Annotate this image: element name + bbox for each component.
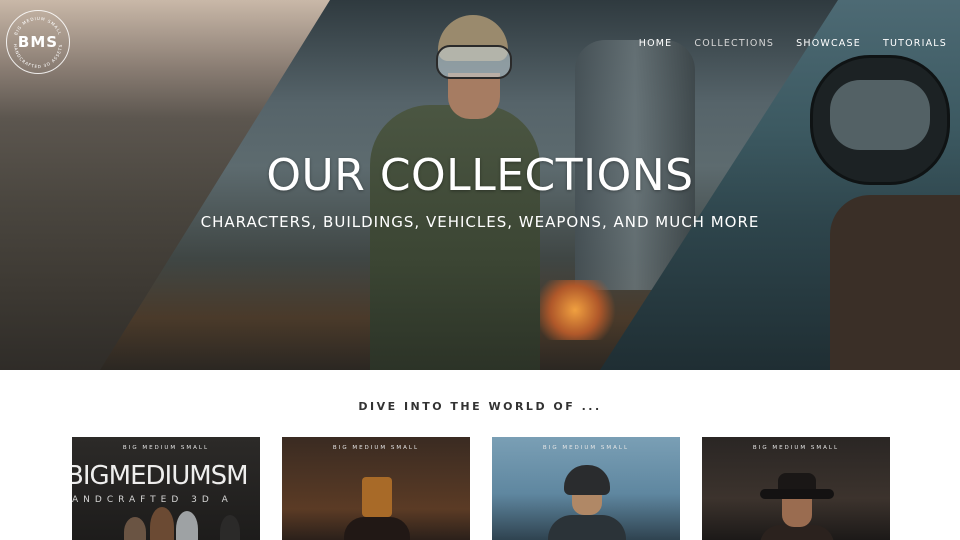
hero-banner: BIG MEDIUM SMALL HANDCRAFTED 3D ASSETS B… — [0, 0, 960, 370]
soldier-body-image — [548, 515, 626, 540]
hero-subtitle: CHARACTERS, BUILDINGS, VEHICLES, WEAPONS… — [200, 213, 760, 231]
collection-card-knight[interactable]: BIG MEDIUM SMALL — [282, 437, 470, 540]
nav-collections[interactable]: COLLECTIONS — [683, 38, 785, 49]
svg-text:HANDCRAFTED 3D ASSETS: HANDCRAFTED 3D ASSETS — [13, 43, 63, 69]
main-nav: HOME COLLECTIONS SHOWCASE TUTORIALS — [628, 38, 958, 49]
soldier-goggles — [436, 45, 512, 79]
svg-text:BIG MEDIUM SMALL: BIG MEDIUM SMALL — [13, 16, 63, 36]
logo-ring-icon: BIG MEDIUM SMALL HANDCRAFTED 3D ASSETS — [13, 16, 63, 69]
hero-title: OUR COLLECTIONS — [266, 150, 694, 201]
card-character-image — [176, 511, 198, 540]
bms-logo[interactable]: BIG MEDIUM SMALL HANDCRAFTED 3D ASSETS B… — [6, 10, 70, 74]
hero-gasmask-figure — [810, 35, 960, 370]
card-character-image — [220, 515, 240, 540]
card-brand: BIG MEDIUM SMALL — [542, 445, 630, 451]
section-heading: DIVE INTO THE WORLD OF ... — [358, 400, 602, 413]
card-subtitle: ANDCRAFTED 3D A — [72, 495, 233, 505]
collection-card-soldier[interactable]: BIG MEDIUM SMALL — [492, 437, 680, 540]
soldier-body — [370, 105, 540, 370]
card-brand: BIG MEDIUM SMALL — [332, 445, 420, 451]
nav-home[interactable]: HOME — [628, 38, 684, 49]
cowboy-body-image — [760, 525, 834, 540]
card-character-image — [124, 517, 146, 540]
cowboy-hat-brim-image — [760, 489, 834, 499]
logo-ring-top-text: BIG MEDIUM SMALL — [13, 16, 62, 36]
soldier-helmet-image — [564, 465, 610, 495]
hero-fire-glow — [530, 280, 620, 340]
gasmask-visor — [830, 80, 930, 150]
collection-card-big-medium-small[interactable]: BIG MEDIUM SMALL BIGMEDIUMSM ANDCRAFTED … — [72, 437, 260, 540]
card-character-image — [150, 507, 174, 540]
logo-ring-bottom-text: HANDCRAFTED 3D ASSETS — [13, 43, 62, 69]
collection-card-cowboy[interactable]: BIG MEDIUM SMALL — [702, 437, 890, 540]
card-title: BIGMEDIUMSM — [72, 461, 249, 491]
card-brand: BIG MEDIUM SMALL — [752, 445, 840, 451]
card-brand: BIG MEDIUM SMALL — [122, 445, 210, 451]
knight-body-image — [344, 517, 410, 540]
nav-tutorials[interactable]: TUTORIALS — [872, 38, 958, 49]
nav-showcase[interactable]: SHOWCASE — [785, 38, 872, 49]
cowboy-face-image — [782, 497, 812, 527]
soldier-face — [448, 73, 500, 119]
knight-helmet-image — [362, 477, 392, 517]
collection-cards: BIG MEDIUM SMALL BIGMEDIUMSM ANDCRAFTED … — [72, 437, 890, 540]
